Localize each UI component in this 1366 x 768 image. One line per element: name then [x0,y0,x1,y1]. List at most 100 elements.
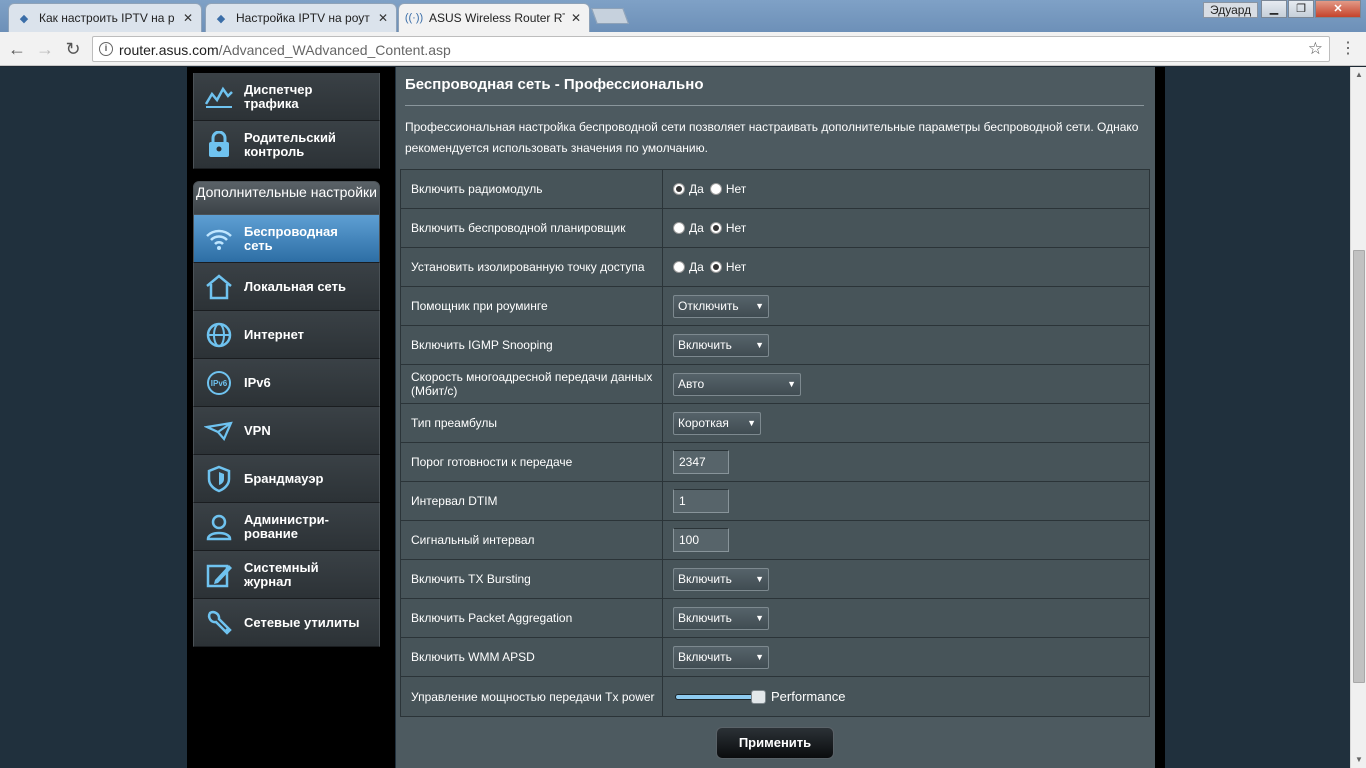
browser-tab-2[interactable]: ◆ Настройка IPTV на роут ✕ [205,3,397,32]
maximize-window-button[interactable]: ❐ [1288,0,1314,18]
settings-panel: Беспроводная сеть - Профессионально Проф… [396,67,1155,768]
setting-label: Включить IGMP Snooping [401,326,663,364]
isolated-ap-radio-group: Да Нет [663,248,1149,286]
setting-label: Скорость многоадресной передачи данных (… [401,365,663,403]
scheduler-yes-radio[interactable] [673,222,685,234]
sidebar-item-network-tools[interactable]: Сетевые утилиты [193,599,380,647]
system-log-icon [194,551,244,599]
dropdown-arrow-icon: ▼ [755,652,764,662]
wireless-icon [194,215,244,263]
select-value: Авто [678,377,705,391]
rts-threshold-input[interactable]: 2347 [673,450,729,474]
setting-row-roaming: Помощник при роуминге Отключить ▼ [401,287,1149,326]
sidebar-general-menu: Диспетчер трафика Родительский контроль [193,73,380,169]
sidebar-item-internet[interactable]: Интернет [193,311,380,359]
address-url: router.asus.com/Advanced_WAdvanced_Conte… [119,42,451,58]
close-tab-icon[interactable]: ✕ [378,11,388,25]
sidebar-item-label: Сетевые утилиты [244,614,360,630]
scroll-up-arrow-icon[interactable]: ▲ [1351,67,1366,83]
roaming-select[interactable]: Отключить ▼ [673,294,769,318]
dropdown-arrow-icon: ▼ [747,418,756,428]
sidebar-item-vpn[interactable]: VPN [193,407,380,455]
radio-module-no-radio[interactable] [709,183,722,195]
scheduler-radio-group: Да Нет [663,209,1149,247]
setting-row-packet-aggregation: Включить Packet Aggregation Включить ▼ [401,599,1149,638]
reload-icon[interactable]: ↻ [62,38,84,60]
slider-handle[interactable] [751,689,766,704]
radio-yes-label: Да [689,182,704,196]
close-tab-icon[interactable]: ✕ [571,11,581,25]
sidebar-item-firewall[interactable]: Брандмауэр [193,455,380,503]
page-info-icon[interactable]: i [99,42,113,56]
scrollbar-thumb[interactable] [1353,250,1365,683]
sidebar-item-label: IPv6 [244,374,271,390]
address-bar[interactable]: i router.asus.com/Advanced_WAdvanced_Con… [92,36,1330,62]
sidebar-item-label: Брандмауэр [244,470,324,486]
browser-tab-1[interactable]: ◆ Как настроить IPTV на р ✕ [8,3,202,32]
setting-row-scheduler: Включить беспроводной планировщик Да Нет [401,209,1149,248]
url-path: /Advanced_WAdvanced_Content.asp [218,42,451,58]
sidebar-item-label: Администри-рование [244,511,329,541]
svg-text:IPv6: IPv6 [211,379,228,388]
minimize-window-button[interactable]: ▁ [1261,0,1287,18]
radio-no-label: Нет [725,221,747,235]
administration-icon [194,503,244,551]
page-right-border [1155,67,1165,768]
beacon-interval-input[interactable]: 100 [673,528,729,552]
browser-tab-bar: ◆ Как настроить IPTV на р ✕ ◆ Настройка … [0,0,1366,32]
router-admin-page: Диспетчер трафика Родительский контроль … [0,67,1366,768]
isolated-ap-yes-radio[interactable] [673,261,685,273]
forward-arrow-icon[interactable]: → [34,38,56,60]
setting-row-tx-power: Управление мощностью передачи Tx power P… [401,677,1149,716]
select-value: Короткая [678,416,729,430]
setting-label: Порог готовности к передаче [401,443,663,481]
sidebar-item-lan[interactable]: Локальная сеть [193,263,380,311]
dropdown-arrow-icon: ▼ [755,301,764,311]
select-value: Отключить [678,299,739,313]
tx-power-slider[interactable] [675,689,767,704]
sidebar-item-wireless[interactable]: Беспроводная сеть [193,215,380,263]
close-window-button[interactable]: ✕ [1315,0,1361,18]
page-scrollbar[interactable]: ▲ ▼ [1350,67,1366,768]
setting-row-igmp: Включить IGMP Snooping Включить ▼ [401,326,1149,365]
sidebar-item-parental-control[interactable]: Родительский контроль [193,121,380,169]
packet-aggregation-select[interactable]: Включить ▼ [673,606,769,630]
setting-label: Помощник при роуминге [401,287,663,325]
setting-label: Интервал DTIM [401,482,663,520]
sidebar-item-system-log[interactable]: Системный журнал [193,551,380,599]
sidebar-item-administration[interactable]: Администри-рование [193,503,380,551]
back-arrow-icon[interactable]: ← [6,38,28,60]
apply-button[interactable]: Применить [716,727,834,759]
slider-track [675,693,761,700]
lan-icon [194,263,244,311]
multicast-rate-select[interactable]: Авто ▼ [673,372,801,396]
page-title: Беспроводная сеть - Профессионально [405,76,704,93]
igmp-select[interactable]: Включить ▼ [673,333,769,357]
dropdown-arrow-icon: ▼ [755,574,764,584]
sidebar-item-traffic-manager[interactable]: Диспетчер трафика [193,73,380,121]
sidebar-item-label: Беспроводная сеть [244,223,338,253]
isolated-ap-no-radio[interactable] [709,261,722,273]
scheduler-no-radio[interactable] [709,222,722,234]
bookmark-star-icon[interactable]: ☆ [1308,39,1323,59]
setting-row-tx-bursting: Включить TX Bursting Включить ▼ [401,560,1149,599]
sidebar-item-label: Диспетчер трафика [244,81,313,111]
setting-row-rts-threshold: Порог готовности к передаче 2347 [401,443,1149,482]
scroll-down-arrow-icon[interactable]: ▼ [1351,752,1366,768]
browser-tab-3-active[interactable]: ((·)) ASUS Wireless Router RT ✕ [398,3,590,32]
tx-bursting-select[interactable]: Включить ▼ [673,567,769,591]
setting-row-multicast-rate: Скорость многоадресной передачи данных (… [401,365,1149,404]
preamble-select[interactable]: Короткая ▼ [673,411,761,435]
close-tab-icon[interactable]: ✕ [183,11,193,25]
radio-module-yes-radio[interactable] [673,183,685,195]
browser-menu-icon[interactable]: ⋮ [1340,40,1356,58]
radio-module-radio-group: Да Нет [663,170,1149,208]
dtim-input[interactable]: 1 [673,489,729,513]
setting-label: Установить изолированную точку доступа [401,248,663,286]
tab-title: Настройка IPTV на роут [236,11,370,25]
new-tab-button[interactable] [591,8,629,24]
sidebar-item-ipv6[interactable]: IPv6 IPv6 [193,359,380,407]
setting-row-dtim: Интервал DTIM 1 [401,482,1149,521]
wmm-apsd-select[interactable]: Включить ▼ [673,645,769,669]
profile-name-badge[interactable]: Эдуард [1203,2,1259,18]
